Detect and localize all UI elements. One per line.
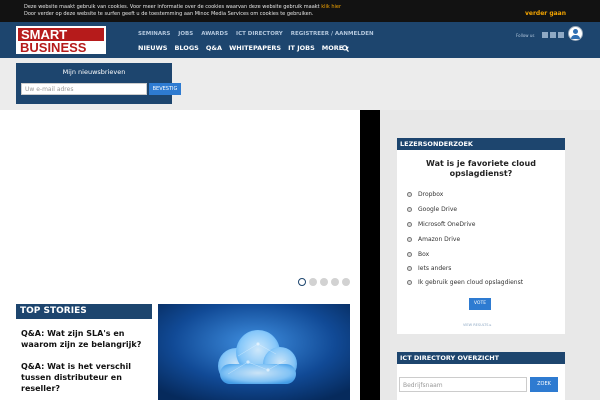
radio-icon[interactable] [407,237,412,242]
radio-icon[interactable] [407,280,412,285]
site-header: SMART BUSINESS SEMINARS JOBS AWARDS ICT DIR… [0,22,600,58]
ict-directory-header: ICT DIRECTORY OVERZICHT [397,352,565,364]
cookie-bar: Deze website maakt gebruik van cookies. … [0,0,600,22]
cookie-text: Deze website maakt gebruik van cookies. … [24,4,341,18]
radio-icon[interactable] [407,266,412,271]
twitter-icon[interactable] [558,32,564,38]
slider-dot-2[interactable] [309,278,317,286]
ict-directory-widget: ICT DIRECTORY OVERZICHT Bedrijfsnaam ZOE… [397,352,565,400]
cookie-line-2: Door verder op deze website te surfen ge… [24,11,314,17]
radio-icon[interactable] [407,192,412,197]
poll-option-label: Ik gebruik geen cloud opslagdienst [418,279,524,286]
nav-it-jobs[interactable]: IT JOBS [288,44,315,52]
newsletter-title: Mijn nieuwsbrieven [62,68,126,76]
top-stories: TOP STORIES Q&A: Wat zijn SLA's en waaro… [16,304,152,400]
poll-question: Wat is je favoriete cloud opslagdienst? [426,159,536,178]
nav-jobs[interactable]: JOBS [178,31,193,37]
slider-dot-4[interactable] [331,278,339,286]
poll-view-results-link[interactable]: VIEW RESULTS ▸ [463,323,491,327]
slider-dot-3[interactable] [320,278,328,286]
logo-bottom-band: BUSINESS [18,40,104,54]
story-link[interactable]: Q&A: Wat zijn SLA's en waarom zijn ze be… [21,328,149,350]
poll-option-label: Microsoft OneDrive [418,221,476,228]
featured-slider[interactable] [16,110,360,294]
black-divider [360,110,380,400]
nav-whitepapers[interactable]: WHITEPAPERS [229,44,281,52]
top-nav: SEMINARS JOBS AWARDS ICT DIRECTORY REGISTREE… [138,31,382,37]
facebook-icon[interactable] [550,32,556,38]
radio-icon[interactable] [407,252,412,257]
newsletter-email-input[interactable]: Uw e-mail adres [21,83,147,95]
article-image-cloud[interactable] [158,304,350,400]
nav-blogs[interactable]: BLOGS [174,44,198,52]
poll-option-label: Box [418,251,430,258]
cookie-accept-link[interactable]: verder gaan [525,10,566,17]
newsletter-submit-button[interactable]: BEVESTIG [149,83,181,95]
linkedin-icon[interactable] [542,32,548,38]
cookie-info-link[interactable]: klik hier [321,4,341,10]
poll-option-label: Iets anders [418,265,452,272]
nav-awards[interactable]: AWARDS [201,31,228,37]
poll-header: LEZERSONDERZOEK [397,138,565,150]
nav-register-login[interactable]: REGISTREER / AANMELDEN [291,31,374,37]
main-nav: NIEUWS BLOGS Q&A WHITEPAPERS IT JOBS MORE ▾ [138,44,356,52]
slider-dot-1[interactable] [298,278,306,286]
poll-widget: LEZERSONDERZOEK Wat is je favoriete clou… [397,138,565,334]
cookie-line-1: Deze website maakt gebruik van cookies. … [24,4,322,10]
company-search-button[interactable]: ZOEK [530,377,558,392]
poll-option-label: Amazon Drive [418,236,461,243]
logo-text-bottom: BUSINESS [20,40,87,54]
slider-dot-5[interactable] [342,278,350,286]
poll-option-label: Dropbox [418,191,444,198]
newsletter-box: Mijn nieuwsbrieven Uw e-mail adres BEVES… [16,63,181,104]
radio-icon[interactable] [407,222,412,227]
nav-seminars[interactable]: SEMINARS [138,31,170,37]
radio-icon[interactable] [407,207,412,212]
nav-nieuws[interactable]: NIEUWS [138,44,167,52]
story-link[interactable]: Q&A: Wat is het verschil tussen distribu… [21,361,149,394]
cloud-illustration [158,304,350,400]
user-account-icon[interactable] [568,26,583,41]
nav-ict-directory[interactable]: ICT DIRECTORY [236,31,283,37]
site-logo[interactable]: SMART BUSINESS [16,26,106,54]
poll-vote-button[interactable]: VOTE [469,298,491,310]
search-icon[interactable] [342,45,349,52]
top-stories-header: TOP STORIES [16,304,152,319]
poll-option-label: Google Drive [418,206,458,213]
follow-us-label: Follow us [516,33,535,38]
nav-qa[interactable]: Q&A [206,44,222,52]
company-search-input[interactable]: Bedrijfsnaam [399,377,527,392]
